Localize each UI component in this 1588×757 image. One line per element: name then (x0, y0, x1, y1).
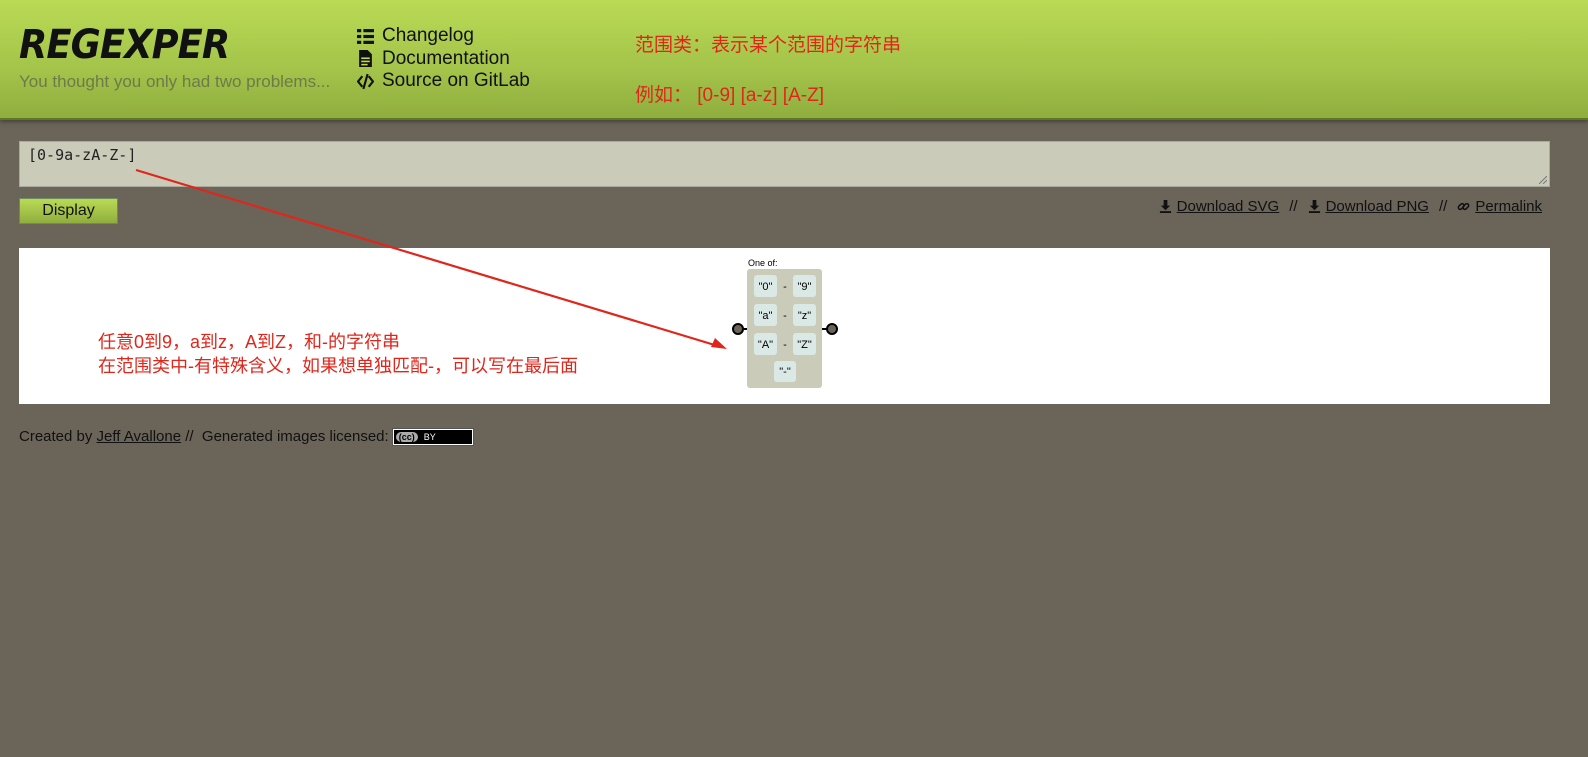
download-png-link[interactable]: Download PNG (1308, 198, 1429, 215)
header: REGEXPER You thought you only had two pr… (0, 0, 1588, 120)
download-icon (1159, 200, 1171, 213)
range-dash: - (783, 339, 787, 351)
display-button[interactable]: Display (19, 198, 118, 224)
permalink-link[interactable]: Permalink (1457, 198, 1542, 215)
download-svg-label: Download SVG (1176, 198, 1280, 215)
nav-changelog-label: Changelog (382, 25, 474, 47)
cc-license-badge[interactable]: (cc) BY (391, 427, 474, 446)
nav-source-label: Source on GitLab (382, 70, 530, 92)
nav-menu: Changelog Documentation Source on GitLab (357, 25, 530, 93)
logo[interactable]: REGEXPER (19, 22, 230, 68)
separator: // (1438, 198, 1448, 215)
license-label: Generated images licensed: (201, 428, 389, 445)
download-png-label: Download PNG (1325, 198, 1429, 215)
railroad-diagram: One of: "0" - "9" "a" - "z" "A" - "Z" "-… (732, 258, 838, 388)
annotation-example: 例如： [0-9] [a-z] [A-Z] (635, 85, 824, 106)
regex-input[interactable]: [0-9a-zA-Z-] (19, 141, 1550, 187)
nav-documentation-label: Documentation (382, 47, 510, 69)
nav-changelog[interactable]: Changelog (357, 25, 530, 48)
end-node (826, 323, 838, 335)
separator: // (1289, 198, 1298, 215)
range-from: "A" (758, 339, 773, 351)
one-of-label: One of: (748, 258, 778, 268)
by-icon: BY (423, 431, 436, 442)
footer-separator: // (185, 428, 194, 445)
list-icon (357, 28, 374, 44)
literal-dash: "-" (779, 366, 791, 378)
document-icon (359, 50, 372, 68)
start-node (732, 323, 744, 335)
cc-icon: (cc) (395, 431, 418, 442)
diagram-canvas: One of: "0" - "9" "a" - "z" "A" - "Z" "-… (19, 248, 1550, 404)
footer: Created by Jeff Avallone // Generated im… (19, 427, 474, 446)
range-from: "a" (759, 310, 773, 322)
author-link[interactable]: Jeff Avallone (97, 428, 182, 445)
annotation-title: 范围类：表示某个范围的字符串 (635, 35, 902, 56)
range-to: "9" (798, 281, 812, 293)
tagline: You thought you only had two problems... (19, 72, 331, 91)
download-icon (1308, 200, 1320, 213)
range-from: "0" (759, 281, 773, 293)
nav-source[interactable]: Source on GitLab (357, 70, 530, 93)
download-links: Download SVG // Download PNG // Permalin… (1159, 198, 1542, 215)
created-by-label: Created by (19, 428, 93, 445)
annotation-line-1: 任意0到9，a到z，A到Z，和-的字符串 (98, 332, 401, 352)
range-dash: - (783, 310, 787, 322)
permalink-label: Permalink (1475, 198, 1542, 215)
link-icon (1457, 202, 1470, 211)
range-to: "Z" (797, 339, 812, 351)
range-dash: - (783, 281, 787, 293)
annotation-body: 任意0到9，a到z，A到Z，和-的字符串 在范围类中-有特殊含义，如果想单独匹配… (98, 330, 578, 378)
annotation-line-2: 在范围类中-有特殊含义，如果想单独匹配-，可以写在最后面 (98, 356, 578, 376)
resize-grip-icon[interactable] (1539, 176, 1547, 184)
nav-documentation[interactable]: Documentation (357, 48, 530, 71)
code-icon (357, 73, 374, 89)
download-svg-link[interactable]: Download SVG (1159, 198, 1280, 215)
regex-input-value: [0-9a-zA-Z-] (28, 146, 137, 164)
range-to: "z" (798, 310, 811, 322)
